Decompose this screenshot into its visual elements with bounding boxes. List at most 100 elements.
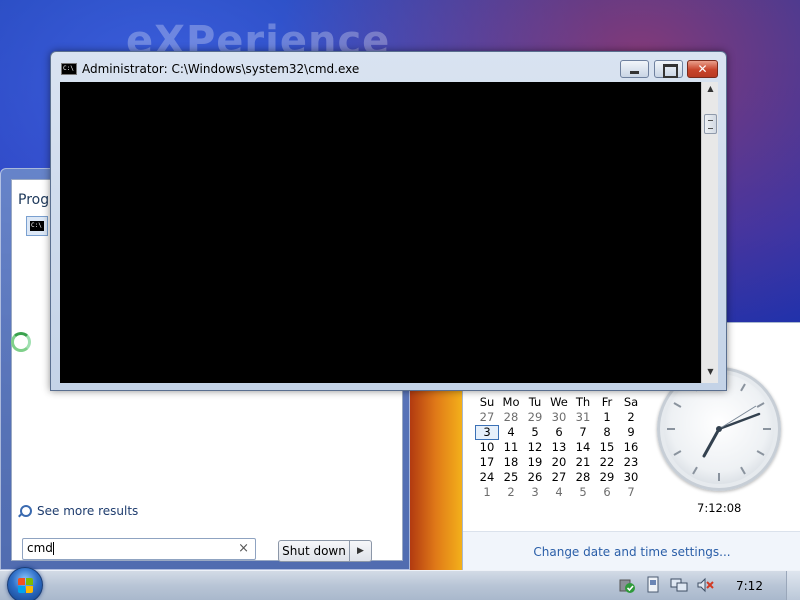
taskbar: 7:12: [0, 567, 800, 600]
clock-tick: [740, 466, 746, 475]
calendar-day[interactable]: 11: [499, 440, 523, 455]
change-date-time-settings-link[interactable]: Change date and time settings...: [463, 531, 800, 570]
calendar-day[interactable]: 22: [595, 455, 619, 470]
weekday-label: We: [550, 395, 568, 409]
calendar-day[interactable]: 18: [499, 455, 523, 470]
calendar-day[interactable]: 23: [619, 455, 643, 470]
calendar-week-row: 10 11 12 13 14 15 16: [475, 440, 645, 455]
cmd-program-icon: C:\: [30, 221, 44, 231]
taskbar-clock[interactable]: 7:12: [736, 579, 763, 593]
calendar-day[interactable]: 27: [475, 410, 499, 425]
device-icon[interactable]: [644, 576, 662, 594]
maximize-button[interactable]: [654, 60, 683, 78]
calendar-day[interactable]: 4: [499, 425, 523, 440]
calendar-day[interactable]: 5: [523, 425, 547, 440]
windows-logo-icon: [18, 578, 34, 594]
calendar-week-row: 17 18 19 20 21 22 23: [475, 455, 645, 470]
close-button[interactable]: ✕: [687, 60, 718, 78]
see-more-results-label: See more results: [37, 504, 139, 518]
clock-tick: [756, 402, 765, 408]
weekday-label: Su: [479, 395, 495, 409]
calendar-day[interactable]: 5: [571, 485, 595, 500]
calendar-day[interactable]: 31: [571, 410, 595, 425]
cmd-window: C:\ Administrator: C:\Windows\system32\c…: [50, 51, 727, 391]
calendar-day[interactable]: 29: [523, 410, 547, 425]
calendar-day[interactable]: 9: [619, 425, 643, 440]
wallpaper-strip: [410, 388, 462, 570]
calendar: Su Mo Tu We Th Fr Sa 27 28 29 30 31 1 2 3 4 5 6 7 8 9 10 11 12 1…: [475, 395, 645, 500]
calendar-week-row: 1234567: [475, 485, 645, 500]
calendar-day[interactable]: 6: [595, 485, 619, 500]
busy-cursor-icon: [11, 332, 31, 352]
calendar-day[interactable]: 30: [547, 410, 571, 425]
scroll-up-icon[interactable]: ▲: [702, 84, 719, 98]
calendar-day[interactable]: 19: [523, 455, 547, 470]
clock-tick: [740, 383, 746, 392]
calendar-day[interactable]: 21: [571, 455, 595, 470]
calendar-day[interactable]: 15: [595, 440, 619, 455]
desktop: eXPerience Programs C:\ See more results…: [0, 0, 800, 570]
calendar-today[interactable]: 3: [475, 425, 499, 440]
calendar-day[interactable]: 8: [595, 425, 619, 440]
text-caret: [52, 542, 54, 555]
console-area[interactable]: [60, 82, 701, 383]
calendar-day[interactable]: 26: [523, 470, 547, 485]
calendar-day[interactable]: 7: [571, 425, 595, 440]
close-icon: ✕: [697, 62, 708, 76]
calendar-day[interactable]: 24: [475, 470, 499, 485]
calendar-week-row: 3456789: [475, 425, 645, 440]
volume-muted-icon[interactable]: [696, 576, 714, 594]
calendar-day[interactable]: 28: [571, 470, 595, 485]
show-desktop-button[interactable]: [786, 571, 800, 600]
weekday-label: Fr: [601, 395, 613, 409]
calendar-week-row: 24 25 26 27 28 29 30: [475, 470, 645, 485]
security-shield-icon[interactable]: [618, 576, 636, 594]
calendar-day[interactable]: 10: [475, 440, 499, 455]
calendar-day[interactable]: 3: [523, 485, 547, 500]
weekday-label: Sa: [623, 395, 639, 409]
scroll-down-icon[interactable]: ▼: [702, 367, 719, 381]
clock-tick: [673, 402, 682, 408]
network-icon[interactable]: [670, 576, 688, 594]
calendar-day[interactable]: 1: [595, 410, 619, 425]
calendar-day[interactable]: 1: [475, 485, 499, 500]
shut-down-options-arrow-icon[interactable]: ▶: [350, 540, 372, 562]
calendar-day[interactable]: 20: [547, 455, 571, 470]
weekday-label: Tu: [528, 395, 542, 409]
calendar-day[interactable]: 29: [595, 470, 619, 485]
calendar-day[interactable]: 2: [499, 485, 523, 500]
calendar-day[interactable]: 16: [619, 440, 643, 455]
clock-tick: [673, 450, 682, 456]
calendar-day[interactable]: 30: [619, 470, 643, 485]
calendar-day[interactable]: 13: [547, 440, 571, 455]
calendar-day[interactable]: 14: [571, 440, 595, 455]
cmd-program-result[interactable]: C:\: [26, 216, 48, 236]
minimize-button[interactable]: [620, 60, 649, 78]
shut-down-button[interactable]: Shut down: [278, 540, 350, 562]
window-title: Administrator: C:\Windows\system32\cmd.e…: [82, 62, 360, 76]
weekday-label: Th: [575, 395, 591, 409]
calendar-day[interactable]: 2: [619, 410, 643, 425]
clear-search-icon[interactable]: ×: [238, 541, 249, 556]
digital-time: 7:12:08: [697, 501, 742, 515]
search-input-value: cmd: [27, 541, 53, 555]
calendar-day[interactable]: 12: [523, 440, 547, 455]
notification-area: [618, 576, 714, 594]
see-more-results-link[interactable]: See more results: [18, 504, 138, 518]
calendar-week-row: 27 28 29 30 31 1 2: [475, 410, 645, 425]
clock-tick: [756, 450, 765, 456]
calendar-day[interactable]: 25: [499, 470, 523, 485]
calendar-day[interactable]: 7: [619, 485, 643, 500]
start-search-input[interactable]: cmd ×: [22, 538, 256, 560]
calendar-day[interactable]: 4: [547, 485, 571, 500]
calendar-day[interactable]: 27: [547, 470, 571, 485]
scrollbar-thumb[interactable]: [704, 114, 717, 134]
cmd-icon: C:\: [61, 63, 77, 75]
calendar-day[interactable]: 17: [475, 455, 499, 470]
calendar-weekday-row: Su Mo Tu We Th Fr Sa: [475, 395, 645, 410]
start-button[interactable]: [7, 567, 43, 600]
vertical-scrollbar[interactable]: ▲ ▼: [701, 82, 718, 383]
calendar-day[interactable]: 6: [547, 425, 571, 440]
calendar-day[interactable]: 28: [499, 410, 523, 425]
weekday-label: Mo: [502, 395, 520, 409]
